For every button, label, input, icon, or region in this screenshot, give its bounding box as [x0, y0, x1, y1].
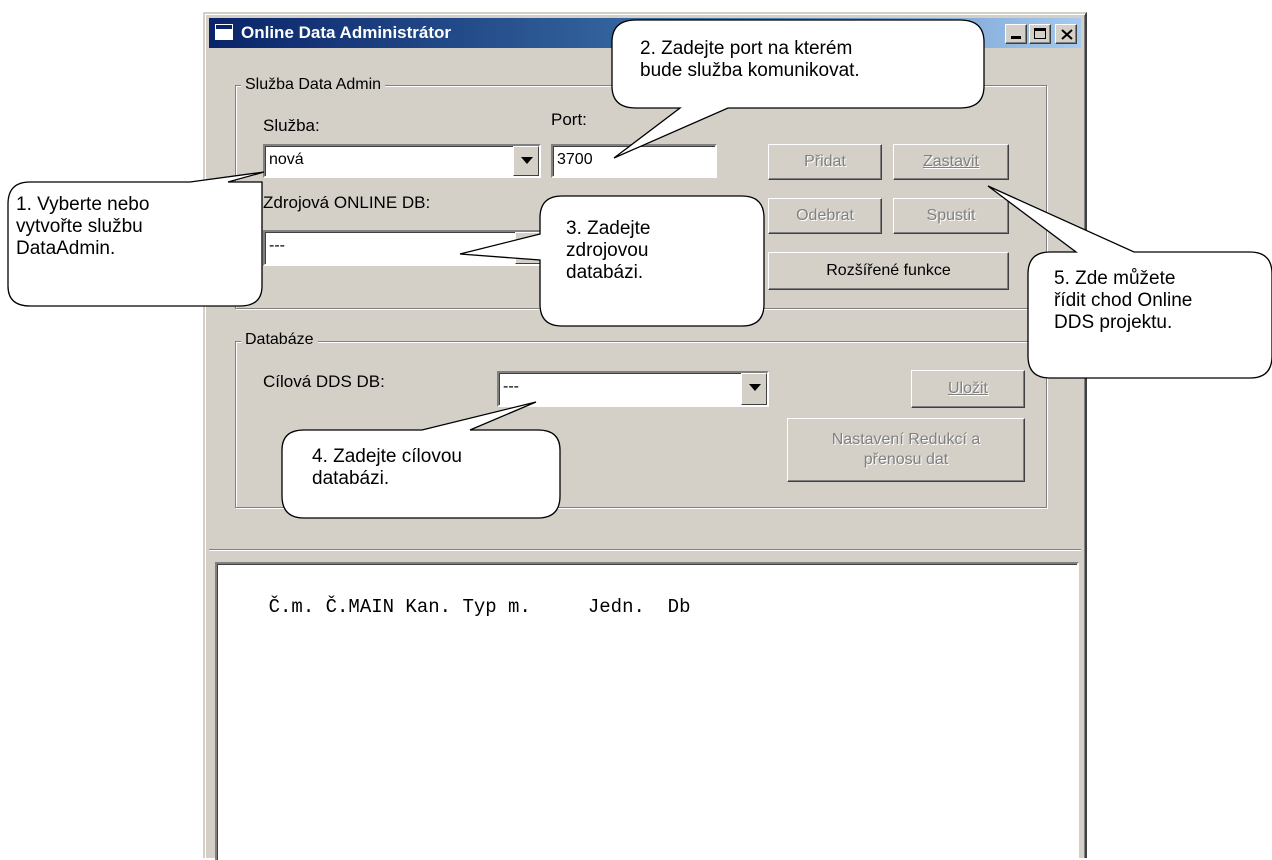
channel-list[interactable]: Č.m. Č.MAIN Kan. Typ m. Jedn. Db	[215, 562, 1079, 860]
target-db-value: ---	[503, 378, 519, 395]
callout-1-text: 1. Vyberte nebo vytvořte službu DataAdmi…	[16, 194, 149, 260]
app-icon	[215, 24, 233, 40]
callout-2-line: 2. Zadejte port na kterém	[640, 38, 853, 59]
start-button[interactable]: Spustit	[893, 198, 1009, 234]
callout-5-line: 5. Zde můžete	[1054, 268, 1176, 289]
save-button[interactable]: Uložit	[911, 370, 1025, 408]
source-db-label: Zdrojová ONLINE DB:	[263, 193, 431, 212]
close-icon	[1061, 29, 1073, 40]
stop-button[interactable]: Zastavit	[893, 144, 1009, 180]
stop-label: Zastavit	[922, 153, 979, 170]
callout-4-line: 4. Zadejte cílovou	[312, 446, 462, 467]
callout-3-line: 3. Zadejte	[566, 218, 651, 239]
callout-1-line: 1. Vyberte nebo	[16, 194, 150, 215]
service-label: Služba:	[263, 116, 320, 135]
chevron-down-icon[interactable]	[513, 146, 539, 176]
advanced-functions-button[interactable]: Rozšířené funkce	[768, 252, 1009, 290]
reduction-line-2: přenosu dat	[863, 451, 949, 468]
port-label: Port:	[551, 110, 587, 129]
minimize-button[interactable]	[1005, 24, 1027, 44]
callout-3-text: 3. Zadejte zdrojovou databázi.	[566, 218, 651, 284]
divider	[209, 549, 1081, 551]
port-input[interactable]: 3700	[551, 144, 717, 178]
service-value: nová	[269, 151, 304, 168]
callout-5-line: řídit chod Online	[1054, 290, 1193, 311]
close-button[interactable]	[1055, 24, 1077, 44]
source-db-dropdown[interactable]: ---	[263, 230, 543, 266]
callout-4-text: 4. Zadejte cílovou databázi.	[312, 446, 462, 490]
port-value: 3700	[557, 151, 593, 168]
save-label: Uložit	[947, 380, 988, 397]
callout-2-line: bude služba komunikovat.	[640, 60, 860, 81]
service-group-title: Služba Data Admin	[241, 76, 386, 94]
reduction-line-1: Nastavení Redukcí a	[831, 431, 981, 448]
callout-2-text: 2. Zadejte port na kterém bude služba ko…	[640, 38, 860, 82]
target-db-label: Cílová DDS DB:	[263, 372, 385, 391]
callout-1-line: vytvořte službu	[16, 216, 143, 237]
callout-3-line: databázi.	[566, 262, 644, 283]
chevron-down-icon[interactable]	[741, 373, 767, 405]
source-db-value: ---	[269, 237, 285, 254]
callout-1-line: DataAdmin.	[16, 238, 116, 259]
app-window: Online Data Administrátor Služba Data Ad…	[203, 12, 1087, 860]
database-group-title: Databáze	[241, 331, 318, 349]
chevron-down-icon[interactable]	[515, 232, 541, 264]
callout-3-line: zdrojovou	[566, 240, 649, 261]
callout-4-line: databázi.	[312, 468, 390, 489]
window-title: Online Data Administrátor	[241, 23, 452, 42]
target-db-dropdown[interactable]: ---	[497, 371, 769, 407]
maximize-button[interactable]	[1029, 24, 1051, 44]
callout-5-text: 5. Zde můžete řídit chod Online DDS proj…	[1054, 268, 1192, 334]
remove-button[interactable]: Odebrat	[768, 198, 882, 234]
callout-5-line: DDS projektu.	[1054, 312, 1173, 333]
list-header: Č.m. Č.MAIN Kan. Typ m. Jedn. Db	[268, 596, 691, 618]
add-button[interactable]: Přidat	[768, 144, 882, 180]
service-dropdown[interactable]: nová	[263, 144, 541, 178]
reduction-settings-button[interactable]: Nastavení Redukcí a přenosu dat	[787, 418, 1025, 482]
